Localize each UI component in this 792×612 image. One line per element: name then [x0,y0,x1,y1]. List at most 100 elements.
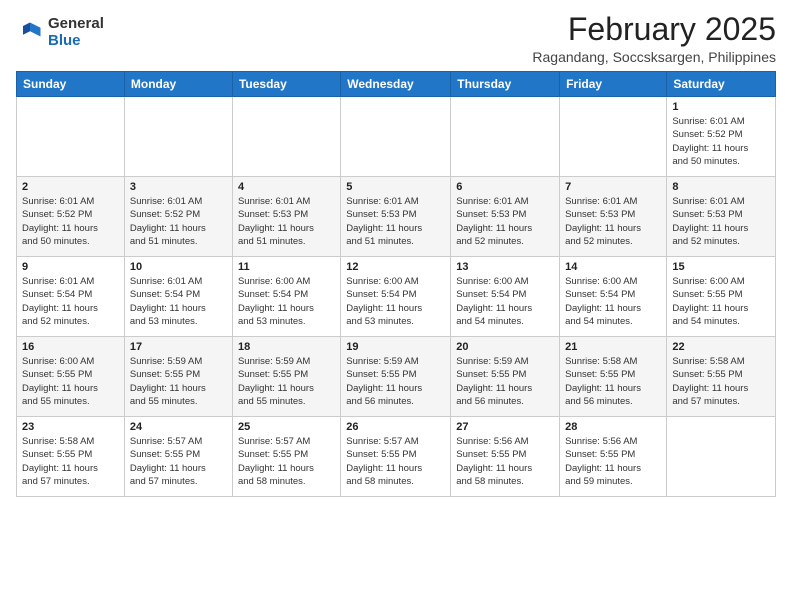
day-info-28: Sunrise: 5:56 AM Sunset: 5:55 PM Dayligh… [565,435,661,488]
day-number-19: 19 [346,341,445,353]
day-number-20: 20 [456,341,554,353]
header-sunday: Sunday [17,72,125,97]
day-info-15: Sunrise: 6:00 AM Sunset: 5:55 PM Dayligh… [672,275,770,328]
cell-4-0: 23Sunrise: 5:58 AM Sunset: 5:55 PM Dayli… [17,417,125,497]
week-row-3: 16 Sunrise: 6:00 AM Sunset: 5:55 PM Dayli… [17,337,776,417]
day-number-25: 25 [238,421,335,433]
day-info-11: Sunrise: 6:00 AM Sunset: 5:54 PM Dayligh… [238,275,335,328]
header-thursday: Thursday [451,72,560,97]
logo-text: General Blue [48,16,104,49]
day-number-7: 7 [565,181,661,193]
day-info-13: Sunrise: 6:00 AM Sunset: 5:54 PM Dayligh… [456,275,554,328]
cell-1-5: 7 Sunrise: 6:01 AM Sunset: 5:53 PM Daylig… [560,177,667,257]
day-number-2: 2 [22,181,119,193]
day-number-24: 24 [130,421,227,433]
day-info-18: Sunrise: 5:59 AM Sunset: 5:55 PM Dayligh… [238,355,335,408]
cell-3-5: 21 Sunrise: 5:58 AM Sunset: 5:55 PM Dayli… [560,337,667,417]
day-number-8: 8 [672,181,770,193]
day-number-14: 14 [565,261,661,273]
cell-2-6: 15 Sunrise: 6:00 AM Sunset: 5:55 PM Dayli… [667,257,776,337]
cell-4-3: 26Sunrise: 5:57 AM Sunset: 5:55 PM Dayli… [341,417,451,497]
cell-1-6: 8 Sunrise: 6:01 AM Sunset: 5:53 PM Daylig… [667,177,776,257]
logo-icon [16,19,44,47]
cell-2-4: 13 Sunrise: 6:00 AM Sunset: 5:54 PM Dayli… [451,257,560,337]
day-info-2: Sunrise: 6:01 AM Sunset: 5:52 PM Dayligh… [22,195,119,248]
cell-3-3: 19 Sunrise: 5:59 AM Sunset: 5:55 PM Dayli… [341,337,451,417]
cell-2-5: 14 Sunrise: 6:00 AM Sunset: 5:54 PM Dayli… [560,257,667,337]
header-wednesday: Wednesday [341,72,451,97]
cell-2-1: 10 Sunrise: 6:01 AM Sunset: 5:54 PM Dayli… [124,257,232,337]
page: General Blue February 2025 Ragandang, So… [0,0,792,612]
day-number-1: 1 [672,101,770,113]
day-info-25: Sunrise: 5:57 AM Sunset: 5:55 PM Dayligh… [238,435,335,488]
day-number-9: 9 [22,261,119,273]
day-number-12: 12 [346,261,445,273]
cell-3-2: 18 Sunrise: 5:59 AM Sunset: 5:55 PM Dayli… [232,337,340,417]
day-info-3: Sunrise: 6:01 AM Sunset: 5:52 PM Dayligh… [130,195,227,248]
day-number-5: 5 [346,181,445,193]
day-info-23: Sunrise: 5:58 AM Sunset: 5:55 PM Dayligh… [22,435,119,488]
day-number-6: 6 [456,181,554,193]
day-info-22: Sunrise: 5:58 AM Sunset: 5:55 PM Dayligh… [672,355,770,408]
logo: General Blue [16,16,104,49]
day-info-19: Sunrise: 5:59 AM Sunset: 5:55 PM Dayligh… [346,355,445,408]
week-row-1: 2 Sunrise: 6:01 AM Sunset: 5:52 PM Daylig… [17,177,776,257]
day-info-1: Sunrise: 6:01 AM Sunset: 5:52 PM Dayligh… [672,115,770,168]
cell-4-1: 24 Sunrise: 5:57 AM Sunset: 5:55 PM Dayli… [124,417,232,497]
cell-0-0 [17,97,125,177]
day-number-4: 4 [238,181,335,193]
day-number-11: 11 [238,261,335,273]
day-info-5: Sunrise: 6:01 AM Sunset: 5:53 PM Dayligh… [346,195,445,248]
day-number-21: 21 [565,341,661,353]
cell-3-6: 22 Sunrise: 5:58 AM Sunset: 5:55 PM Dayli… [667,337,776,417]
day-info-6: Sunrise: 6:01 AM Sunset: 5:53 PM Dayligh… [456,195,554,248]
day-number-16: 16 [22,341,119,353]
day-info-24: Sunrise: 5:57 AM Sunset: 5:55 PM Dayligh… [130,435,227,488]
header-monday: Monday [124,72,232,97]
day-number-10: 10 [130,261,227,273]
day-number-18: 18 [238,341,335,353]
cell-3-0: 16 Sunrise: 6:00 AM Sunset: 5:55 PM Dayli… [17,337,125,417]
cell-4-2: 25 Sunrise: 5:57 AM Sunset: 5:55 PM Dayli… [232,417,340,497]
title-block: February 2025 Ragandang, Soccsksargen, P… [532,12,776,65]
logo-general-text: General [48,16,104,33]
header: General Blue February 2025 Ragandang, So… [16,12,776,65]
day-info-20: Sunrise: 5:59 AM Sunset: 5:55 PM Dayligh… [456,355,554,408]
day-number-28: 28 [565,421,661,433]
day-number-15: 15 [672,261,770,273]
cell-0-5 [560,97,667,177]
cell-2-2: 11 Sunrise: 6:00 AM Sunset: 5:54 PM Dayli… [232,257,340,337]
cell-2-0: 9Sunrise: 6:01 AM Sunset: 5:54 PM Daylig… [17,257,125,337]
day-info-10: Sunrise: 6:01 AM Sunset: 5:54 PM Dayligh… [130,275,227,328]
day-info-12: Sunrise: 6:00 AM Sunset: 5:54 PM Dayligh… [346,275,445,328]
cell-1-1: 3 Sunrise: 6:01 AM Sunset: 5:52 PM Daylig… [124,177,232,257]
cell-4-5: 28 Sunrise: 5:56 AM Sunset: 5:55 PM Dayli… [560,417,667,497]
weekday-header-row: Sunday Monday Tuesday Wednesday Thursday… [17,72,776,97]
cell-3-4: 20 Sunrise: 5:59 AM Sunset: 5:55 PM Dayli… [451,337,560,417]
day-number-13: 13 [456,261,554,273]
day-number-17: 17 [130,341,227,353]
day-info-8: Sunrise: 6:01 AM Sunset: 5:53 PM Dayligh… [672,195,770,248]
cell-1-4: 6 Sunrise: 6:01 AM Sunset: 5:53 PM Daylig… [451,177,560,257]
day-info-16: Sunrise: 6:00 AM Sunset: 5:55 PM Dayligh… [22,355,119,408]
day-info-7: Sunrise: 6:01 AM Sunset: 5:53 PM Dayligh… [565,195,661,248]
month-title: February 2025 [532,12,776,47]
location-title: Ragandang, Soccsksargen, Philippines [532,49,776,65]
day-number-22: 22 [672,341,770,353]
day-info-4: Sunrise: 6:01 AM Sunset: 5:53 PM Dayligh… [238,195,335,248]
cell-2-3: 12 Sunrise: 6:00 AM Sunset: 5:54 PM Dayli… [341,257,451,337]
header-tuesday: Tuesday [232,72,340,97]
cell-1-0: 2 Sunrise: 6:01 AM Sunset: 5:52 PM Daylig… [17,177,125,257]
cell-1-2: 4 Sunrise: 6:01 AM Sunset: 5:53 PM Daylig… [232,177,340,257]
week-row-0: 1 Sunrise: 6:01 AM Sunset: 5:52 PM Daylig… [17,97,776,177]
header-friday: Friday [560,72,667,97]
calendar: Sunday Monday Tuesday Wednesday Thursday… [16,71,776,497]
cell-0-1 [124,97,232,177]
day-info-17: Sunrise: 5:59 AM Sunset: 5:55 PM Dayligh… [130,355,227,408]
day-info-21: Sunrise: 5:58 AM Sunset: 5:55 PM Dayligh… [565,355,661,408]
day-number-3: 3 [130,181,227,193]
week-row-4: 23Sunrise: 5:58 AM Sunset: 5:55 PM Dayli… [17,417,776,497]
cell-0-6: 1 Sunrise: 6:01 AM Sunset: 5:52 PM Daylig… [667,97,776,177]
day-info-14: Sunrise: 6:00 AM Sunset: 5:54 PM Dayligh… [565,275,661,328]
day-info-27: Sunrise: 5:56 AM Sunset: 5:55 PM Dayligh… [456,435,554,488]
